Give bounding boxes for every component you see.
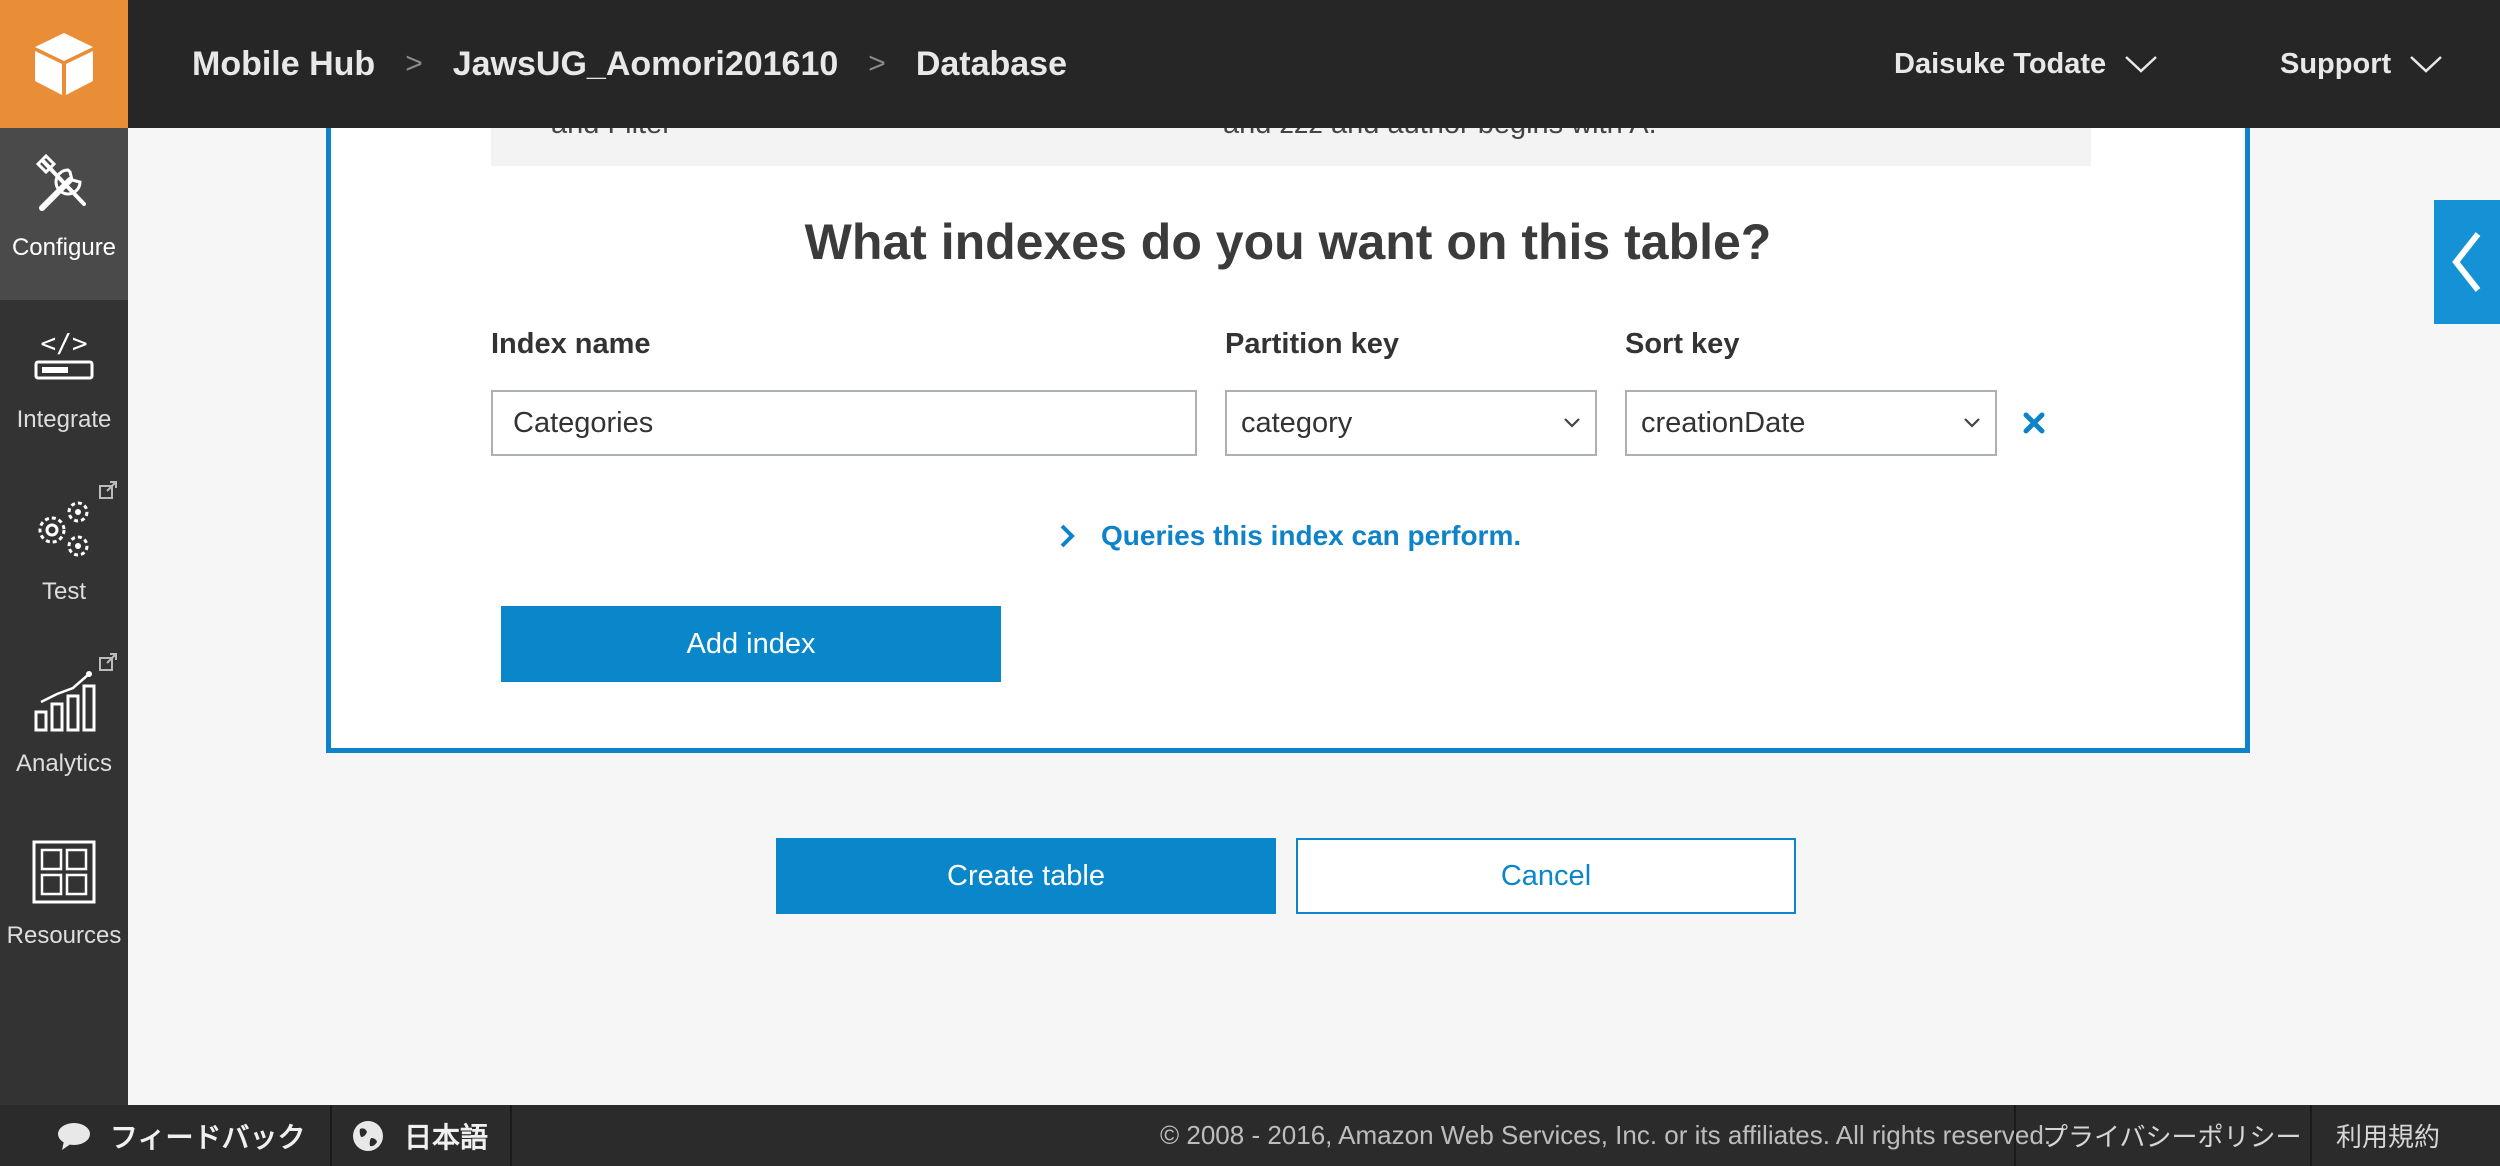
breadcrumb-separator-icon: > bbox=[868, 47, 886, 80]
cancel-button[interactable]: Cancel bbox=[1296, 838, 1796, 914]
partition-key-label: Partition key bbox=[1225, 328, 1400, 360]
copyright-text: © 2008 - 2016, Amazon Web Services, Inc.… bbox=[1160, 1120, 2052, 1150]
aws-logo[interactable] bbox=[0, 0, 128, 128]
external-link-icon bbox=[99, 653, 117, 671]
sidebar-item-label: Configure bbox=[11, 234, 117, 261]
support-label: Support bbox=[2280, 47, 2392, 80]
create-table-button[interactable]: Create table bbox=[776, 838, 1276, 914]
footer-divider bbox=[2310, 1105, 2312, 1166]
language-selector[interactable]: 日本語 bbox=[352, 1105, 488, 1166]
breadcrumb-mobile-hub[interactable]: Mobile Hub bbox=[192, 45, 375, 84]
sort-key-label: Sort key bbox=[1625, 328, 1740, 360]
chevron-right-icon bbox=[1060, 524, 1075, 548]
sidebar-item-integrate[interactable]: </> Integrate bbox=[0, 300, 128, 472]
queries-link-label: Queries this index can perform. bbox=[1101, 520, 1522, 551]
sidebar-item-label: Test bbox=[41, 578, 86, 605]
index-settings-card: and Filter and zzz and author begins wit… bbox=[326, 128, 2250, 753]
indexes-question-heading: What indexes do you want on this table? bbox=[804, 214, 1772, 270]
close-icon bbox=[2023, 412, 2045, 434]
breadcrumb-project[interactable]: JawsUG_Aomori201610 bbox=[453, 45, 839, 84]
sidebar-item-test[interactable]: Test bbox=[0, 472, 128, 644]
add-index-button[interactable]: Add index bbox=[501, 606, 1001, 682]
tools-icon bbox=[35, 153, 86, 211]
support-menu[interactable]: Support bbox=[2280, 0, 2443, 128]
breadcrumb-separator-icon: > bbox=[405, 47, 423, 80]
breadcrumb-database[interactable]: Database bbox=[916, 45, 1067, 84]
chevron-down-icon bbox=[2410, 56, 2443, 73]
chevron-down-icon bbox=[1564, 418, 1580, 428]
sidebar-item-analytics[interactable]: Analytics bbox=[0, 644, 128, 816]
analytics-chart-icon bbox=[34, 671, 96, 732]
privacy-policy-link[interactable]: プライバシーポリシー bbox=[2042, 1105, 2301, 1166]
chevron-down-icon bbox=[1964, 418, 1980, 428]
footer: フィードバック 日本語 © 2008 - 2016, Amazon Web Se… bbox=[0, 1105, 2500, 1166]
cube-icon bbox=[35, 33, 93, 95]
remove-index-button[interactable] bbox=[2019, 408, 2049, 438]
chevron-left-icon bbox=[2452, 232, 2481, 292]
sort-key-select[interactable]: creationDate bbox=[1625, 390, 1997, 456]
top-bar: Mobile Hub > JawsUG_Aomori201610 > Datab… bbox=[0, 0, 2500, 128]
user-name: Daisuke Todate bbox=[1894, 47, 2107, 80]
chevron-down-icon bbox=[2125, 56, 2158, 73]
right-panel-toggle[interactable] bbox=[2434, 200, 2500, 324]
language-label: 日本語 bbox=[404, 1121, 489, 1153]
side-nav: Configure </> Integrate Test Analytics R… bbox=[0, 128, 128, 1105]
user-menu[interactable]: Daisuke Todate bbox=[1894, 0, 2158, 128]
queries-link[interactable]: Queries this index can perform. bbox=[1059, 520, 1521, 552]
feedback-label: フィードバック bbox=[110, 1121, 306, 1153]
sidebar-item-configure[interactable]: Configure bbox=[0, 128, 128, 300]
gears-icon bbox=[38, 501, 89, 557]
footer-divider bbox=[2014, 1105, 2016, 1166]
grid-icon bbox=[32, 840, 96, 904]
breadcrumb: Mobile Hub > JawsUG_Aomori201610 > Datab… bbox=[192, 0, 1067, 128]
sidebar-item-resources[interactable]: Resources bbox=[0, 816, 128, 988]
feedback-link[interactable]: フィードバック bbox=[56, 1105, 305, 1166]
code-icon: </> bbox=[34, 329, 94, 380]
index-name-label: Index name bbox=[491, 328, 651, 360]
footer-divider bbox=[510, 1105, 512, 1166]
previous-query-row: and Filter and zzz and author begins wit… bbox=[491, 128, 2091, 166]
external-link-icon bbox=[99, 481, 117, 499]
sidebar-item-label: Analytics bbox=[15, 750, 113, 777]
partition-key-select[interactable]: category bbox=[1225, 390, 1597, 456]
sidebar-item-label: Resources bbox=[6, 922, 122, 949]
partition-key-value: category bbox=[1241, 406, 1353, 439]
sort-key-value: creationDate bbox=[1641, 406, 1806, 439]
speech-bubble-icon bbox=[58, 1122, 90, 1150]
svg-text:</>: </> bbox=[41, 329, 88, 359]
globe-icon bbox=[353, 1120, 383, 1151]
footer-divider bbox=[330, 1105, 332, 1166]
index-name-input[interactable] bbox=[491, 390, 1197, 456]
previous-row-right-text: and zzz and author begins with A. bbox=[1223, 128, 1657, 141]
previous-row-left-text: and Filter bbox=[551, 128, 672, 141]
terms-link[interactable]: 利用規約 bbox=[2336, 1105, 2440, 1166]
sidebar-item-label: Integrate bbox=[16, 406, 112, 433]
